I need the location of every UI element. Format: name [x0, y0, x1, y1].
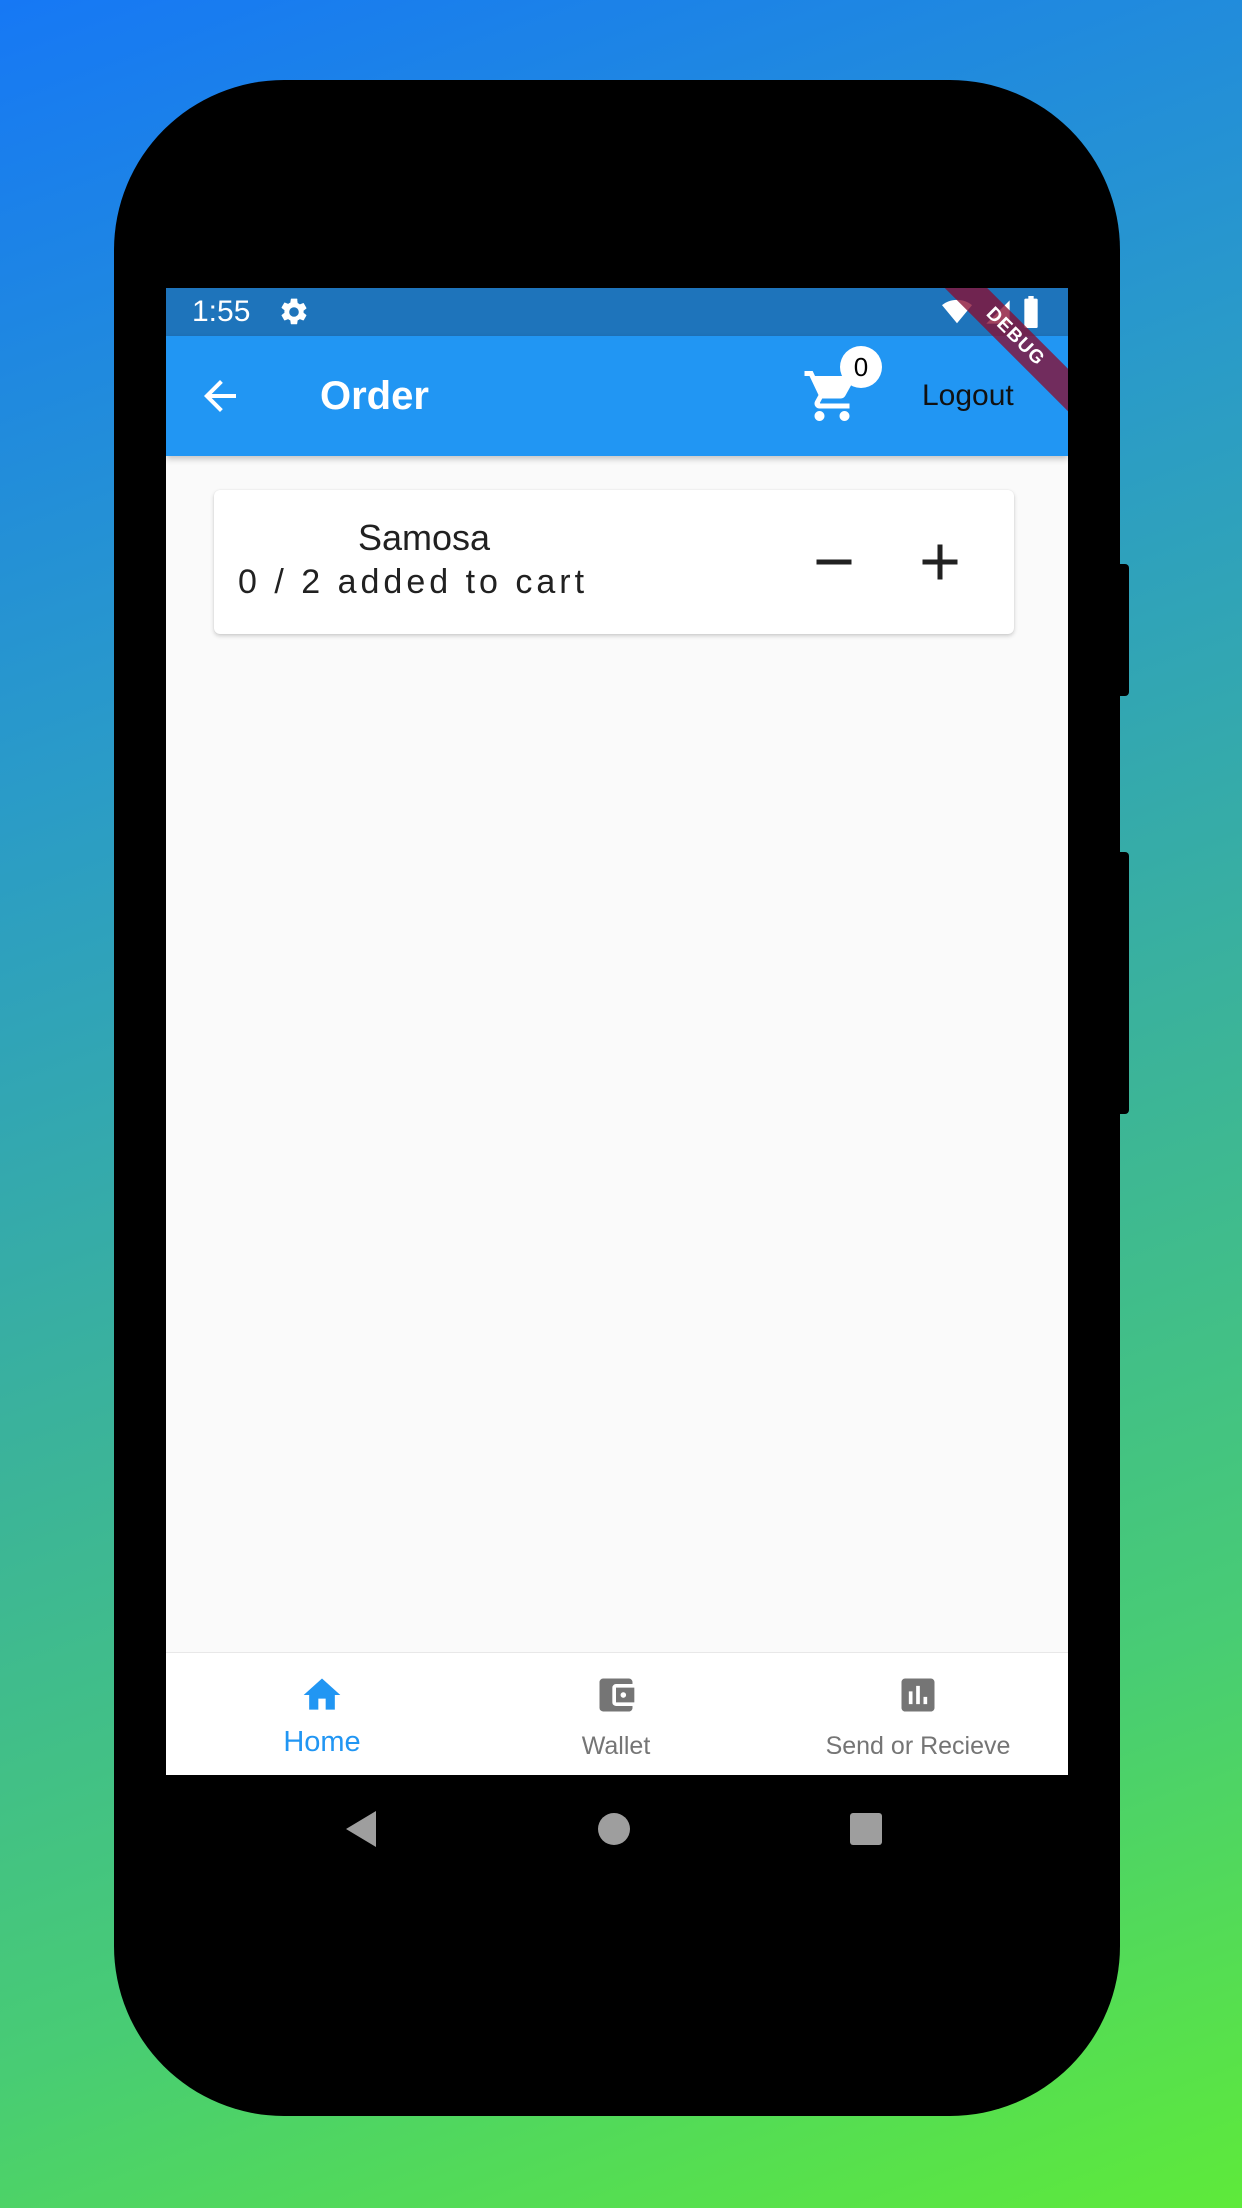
status-bar: 1:55	[166, 288, 1068, 336]
logout-button[interactable]: Logout	[922, 376, 1014, 416]
system-navigation-bar	[166, 1775, 1068, 1883]
page-title: Order	[320, 374, 429, 418]
nav-item-home[interactable]: Home	[172, 1653, 472, 1775]
nav-label-send-or-receive: Send or Recieve	[825, 1732, 1011, 1760]
system-back-icon[interactable]	[338, 1805, 386, 1853]
bottom-navigation: Home Wallet Send or Recieve	[166, 1652, 1068, 1775]
system-home-icon[interactable]	[590, 1805, 638, 1853]
app-bar: Order 0 Logout	[166, 336, 1068, 456]
decrement-button[interactable]	[804, 532, 864, 592]
status-time: 1:55	[192, 295, 251, 328]
list-item: Samosa 0 / 2 added to cart	[214, 490, 1014, 634]
back-arrow-icon[interactable]	[196, 372, 244, 420]
nav-label-home: Home	[283, 1726, 361, 1758]
nav-item-send-or-receive[interactable]: Send or Recieve	[768, 1653, 1068, 1775]
bar-chart-icon	[901, 1678, 935, 1712]
item-name: Samosa	[357, 517, 491, 558]
system-recents-icon[interactable]	[842, 1805, 890, 1853]
phone-side-button-volume	[1119, 852, 1129, 1114]
item-cart-count: 0 / 2 added to cart	[238, 563, 589, 601]
cart-count-badge: 0	[840, 346, 882, 388]
nav-label-wallet: Wallet	[581, 1732, 651, 1760]
nav-item-wallet[interactable]: Wallet	[466, 1653, 766, 1775]
wallet-icon	[599, 1678, 635, 1712]
home-icon	[303, 1678, 341, 1710]
increment-button[interactable]	[910, 532, 970, 592]
phone-side-button-power	[1119, 564, 1129, 696]
gear-icon	[281, 298, 307, 325]
battery-icon	[1024, 296, 1038, 328]
app-screen: 1:55 Order 0 Logout DEBUG Samosa 0 / 2 a…	[166, 288, 1068, 1775]
